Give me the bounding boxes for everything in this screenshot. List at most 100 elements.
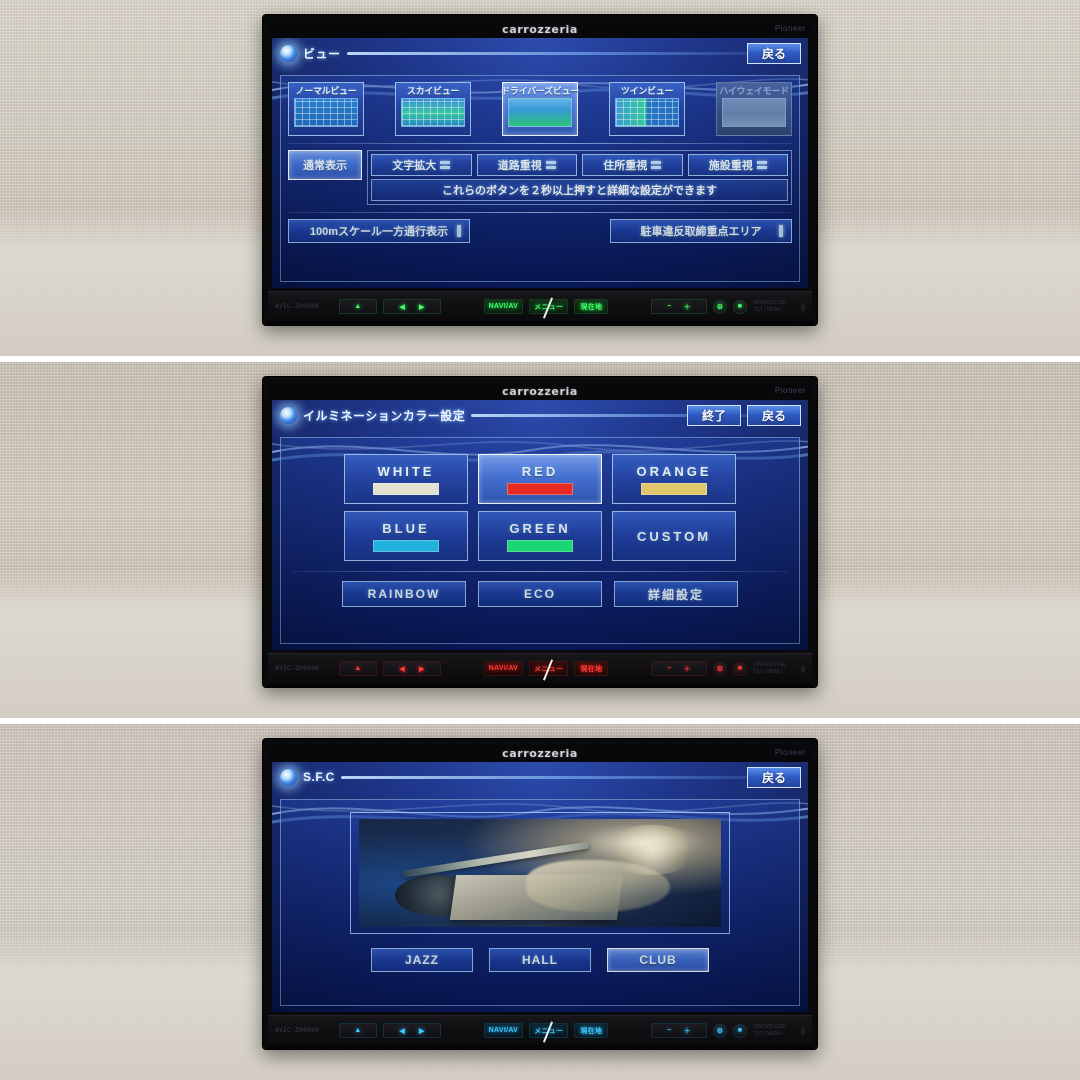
tilt-button-2[interactable]: ■ bbox=[733, 661, 748, 676]
sfc-button-club[interactable]: CLUB bbox=[607, 948, 709, 972]
screenshot-stack: carrozzeria Pioneer ビュー 戻る ノーマルビュー スカイビュ… bbox=[0, 0, 1080, 1080]
view-label: スカイビュー bbox=[406, 86, 460, 96]
chip-facility-priority[interactable]: 施設重視 bbox=[687, 154, 788, 176]
color-button-green[interactable]: GREEN bbox=[478, 511, 602, 561]
volume-up-icon[interactable]: ＋ bbox=[684, 302, 691, 312]
seek-back-icon[interactable]: ◀ bbox=[399, 665, 405, 673]
color-button-white[interactable]: WHITE bbox=[344, 454, 468, 504]
view-button-sky[interactable]: スカイビュー bbox=[395, 82, 471, 136]
seek-buttons-2[interactable]: ◀ ▶ bbox=[383, 661, 441, 676]
open-close-button-1[interactable]: ⚙ bbox=[713, 299, 728, 314]
level-bars-icon bbox=[756, 161, 767, 169]
illumination-bottom-row: RAINBOW ECO 詳細設定 bbox=[288, 581, 792, 607]
microphone-icon bbox=[801, 664, 806, 673]
normal-display-button[interactable]: 通常表示 bbox=[288, 150, 362, 180]
finish-button[interactable]: 終了 bbox=[687, 405, 741, 426]
chip-address-priority[interactable]: 住所重視 bbox=[582, 154, 683, 176]
current-location-button-1[interactable]: 現在地 bbox=[574, 299, 609, 314]
parking-enforcement-area-button[interactable]: 駐車違反取締重点エリア bbox=[610, 219, 792, 243]
chip-road-priority[interactable]: 道路重視 bbox=[476, 154, 577, 176]
view-label: ノーマルビュー bbox=[295, 86, 357, 96]
seek-forward-icon[interactable]: ▶ bbox=[419, 665, 425, 673]
rainbow-button[interactable]: RAINBOW bbox=[342, 581, 466, 607]
brand-bar: carrozzeria Pioneer bbox=[268, 21, 812, 38]
top-buttons-1: 戻る bbox=[747, 43, 801, 64]
tilt-button-3[interactable]: ■ bbox=[733, 1023, 748, 1038]
photo-panel-illumination-settings: carrozzeria Pioneer イルミネーションカラー設定 終了 戻る bbox=[0, 362, 1080, 718]
volume-up-icon[interactable]: ＋ bbox=[684, 664, 691, 674]
sfc-layout: JAZZ HALL CLUB bbox=[288, 806, 792, 999]
hint-text: これらのボタンを２秒以上押すと詳細な設定ができます bbox=[371, 179, 788, 201]
volume-buttons-1[interactable]: − ＋ bbox=[651, 299, 708, 314]
back-button-3[interactable]: 戻る bbox=[747, 767, 801, 788]
pioneer-logo: Pioneer bbox=[774, 386, 806, 395]
sfc-button-jazz[interactable]: JAZZ bbox=[371, 948, 473, 972]
color-row-top: WHITE RED ORANGE bbox=[344, 454, 736, 504]
color-button-red[interactable]: RED bbox=[478, 454, 602, 504]
current-location-button-2[interactable]: 現在地 bbox=[574, 661, 609, 676]
photo-panel-sfc-settings: carrozzeria Pioneer S.F.C 戻る JAZZ HALL C… bbox=[0, 724, 1080, 1080]
thumbnail-drivers-view bbox=[508, 98, 572, 127]
wide-button-label: 駐車違反取締重点エリア bbox=[640, 226, 762, 238]
oneway-display-button[interactable]: 100mスケール一方通行表示 bbox=[288, 219, 470, 243]
indicator-bar-icon bbox=[779, 225, 783, 237]
tilt-button-1[interactable]: ■ bbox=[733, 299, 748, 314]
view-button-normal[interactable]: ノーマルビュー bbox=[288, 82, 364, 136]
title-underline bbox=[340, 775, 802, 779]
display-mode-row: 通常表示 文字拡大 道路重視 住所重視 施設重視 これらのボタンを２秒以上押すと… bbox=[288, 150, 792, 205]
seek-back-icon[interactable]: ◀ bbox=[399, 1027, 405, 1035]
seek-back-icon[interactable]: ◀ bbox=[399, 303, 405, 311]
stage-light-glow bbox=[605, 825, 700, 876]
orb-icon bbox=[280, 44, 297, 62]
color-row-bottom: BLUE GREEN CUSTOM bbox=[344, 511, 736, 561]
open-close-button-3[interactable]: ⚙ bbox=[713, 1023, 728, 1038]
detail-settings-button[interactable]: 詳細設定 bbox=[614, 581, 738, 607]
color-swatch-white bbox=[373, 482, 439, 495]
seek-forward-icon[interactable]: ▶ bbox=[419, 1027, 425, 1035]
volume-down-icon[interactable]: − bbox=[667, 1027, 671, 1034]
eject-button-3[interactable]: ▲ bbox=[339, 1023, 377, 1038]
menu-button-2[interactable]: メニュー bbox=[529, 661, 569, 676]
divider bbox=[292, 571, 788, 572]
seek-buttons-3[interactable]: ◀ ▶ bbox=[383, 1023, 441, 1038]
volume-buttons-3[interactable]: − ＋ bbox=[651, 1023, 708, 1038]
color-swatch-green bbox=[507, 539, 573, 552]
view-button-drivers[interactable]: ドライバーズビュー bbox=[501, 82, 579, 136]
eject-button-1[interactable]: ▲ bbox=[339, 299, 377, 314]
menu-button-3[interactable]: メニュー bbox=[529, 1023, 569, 1038]
seek-buttons-1[interactable]: ◀ ▶ bbox=[383, 299, 441, 314]
color-button-custom[interactable]: CUSTOM bbox=[612, 511, 736, 561]
eject-button-2[interactable]: ▲ bbox=[339, 661, 377, 676]
caption-line-2: TILT / MENU bbox=[753, 306, 782, 313]
chip-text-enlarge[interactable]: 文字拡大 bbox=[371, 154, 472, 176]
volume-down-icon[interactable]: − bbox=[667, 665, 671, 672]
volume-down-icon[interactable]: − bbox=[667, 303, 671, 310]
menu-button-1[interactable]: メニュー bbox=[529, 299, 569, 314]
orb-icon bbox=[280, 406, 297, 424]
pioneer-logo: Pioneer bbox=[774, 748, 806, 757]
eco-button[interactable]: ECO bbox=[478, 581, 602, 607]
seek-forward-icon[interactable]: ▶ bbox=[419, 303, 425, 311]
volume-up-icon[interactable]: ＋ bbox=[684, 1026, 691, 1036]
color-label: GREEN bbox=[509, 520, 571, 536]
naviav-button-1[interactable]: NAVI/AV bbox=[483, 299, 524, 314]
back-button-1[interactable]: 戻る bbox=[747, 43, 801, 64]
view-button-twin[interactable]: ツインビュー bbox=[609, 82, 685, 136]
color-button-blue[interactable]: BLUE bbox=[344, 511, 468, 561]
naviav-button-2[interactable]: NAVI/AV bbox=[483, 661, 524, 676]
page-title-1: ビュー bbox=[303, 46, 341, 61]
naviav-button-3[interactable]: NAVI/AV bbox=[483, 1023, 524, 1038]
sfc-button-hall[interactable]: HALL bbox=[489, 948, 591, 972]
current-location-button-3[interactable]: 現在地 bbox=[574, 1023, 609, 1038]
open-close-button-2[interactable]: ⚙ bbox=[713, 661, 728, 676]
wide-button-label: 100mスケール一方通行表示 bbox=[309, 226, 449, 238]
microphone-icon bbox=[801, 1026, 806, 1035]
color-label: ORANGE bbox=[636, 463, 712, 479]
unit-bottom-edge bbox=[268, 1045, 812, 1049]
chip-label: 文字拡大 bbox=[392, 160, 437, 172]
page-title-3: S.F.C bbox=[303, 770, 335, 784]
photo-panel-view-settings: carrozzeria Pioneer ビュー 戻る ノーマルビュー スカイビュ… bbox=[0, 0, 1080, 356]
back-button-2[interactable]: 戻る bbox=[747, 405, 801, 426]
color-button-orange[interactable]: ORANGE bbox=[612, 454, 736, 504]
volume-buttons-2[interactable]: − ＋ bbox=[651, 661, 708, 676]
